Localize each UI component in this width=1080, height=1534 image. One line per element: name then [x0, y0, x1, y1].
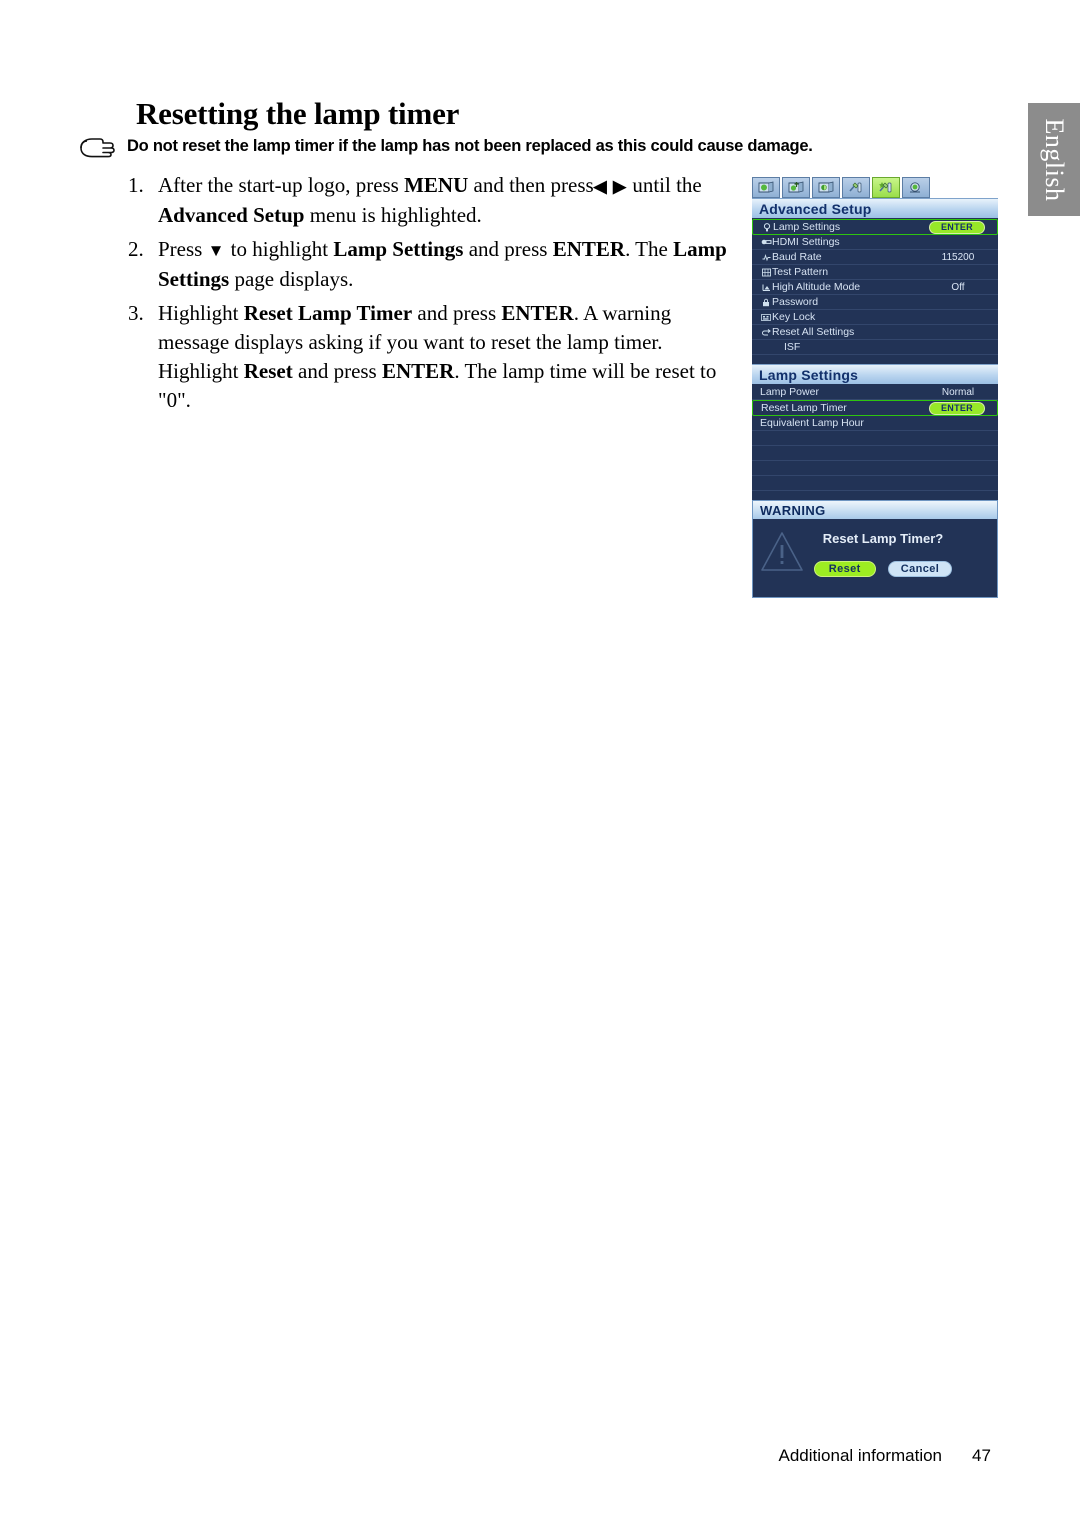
osd-row-value: Normal: [941, 386, 975, 398]
pointing-hand-icon: [78, 137, 122, 159]
enter-key-chip: ENTER: [928, 220, 985, 234]
baud-icon: [760, 253, 772, 262]
information-icon: [908, 181, 925, 195]
system-setup-basic-icon: [848, 181, 865, 195]
instruction-steps: 1. After the start-up logo, press MENU an…: [128, 171, 728, 420]
picture-pro-icon: [818, 180, 835, 195]
osd-warning-dialog-screenshot: WARNING Reset Lamp Timer? Reset Cancel: [752, 500, 998, 598]
osd-row-value: 115200: [941, 251, 975, 263]
footer-page-number: 47: [972, 1446, 991, 1465]
osd-row-label: Lamp Settings: [773, 221, 841, 233]
footer-section-label: Additional information: [778, 1446, 942, 1465]
osd-row-empty: [752, 431, 998, 446]
warning-dialog-message: Reset Lamp Timer?: [822, 531, 944, 546]
osd-tab-display-tab[interactable]: [752, 177, 780, 198]
osd-row-label: High Altitude Mode: [772, 281, 861, 293]
osd-row[interactable]: Reset Lamp Timer ENTER: [752, 400, 998, 416]
step-text: Press ▼ to highlight Lamp Settings and p…: [158, 237, 727, 291]
step-number: 3.: [128, 301, 144, 325]
osd-row-empty: [752, 461, 998, 476]
osd-row-label: [760, 477, 924, 489]
step-text: Highlight Reset Lamp Timer and press ENT…: [158, 301, 717, 412]
lamp-icon: [761, 222, 773, 232]
osd-row-label: ISF: [784, 341, 801, 353]
osd-row-label: Key Lock: [772, 311, 816, 323]
osd-row-label: Baud Rate: [772, 251, 822, 263]
osd-row[interactable]: Equivalent Lamp Hour: [752, 416, 998, 431]
osd-row-label: Test Pattern: [772, 266, 829, 278]
step-number: 1.: [128, 173, 144, 197]
warning-dialog-buttons: Reset Cancel: [753, 561, 997, 577]
step-text: After the start-up logo, press MENU and …: [158, 173, 702, 227]
osd-row-empty: [752, 476, 998, 491]
display-icon: [758, 180, 775, 195]
osd-row[interactable]: Baud Rate 115200: [752, 250, 998, 265]
osd-row-label: [760, 432, 924, 444]
picture-icon: [788, 180, 805, 195]
language-tab: English: [1028, 103, 1080, 216]
osd-row[interactable]: Lamp Settings ENTER: [752, 219, 998, 235]
advanced-setup-icon: [878, 181, 895, 195]
osd-tab-system-setup-basic-tab[interactable]: [842, 177, 870, 198]
instruction-step: 1. After the start-up logo, press MENU an…: [128, 171, 728, 230]
osd-row[interactable]: ISF: [752, 340, 998, 355]
osd-row[interactable]: Reset All Settings: [752, 325, 998, 340]
osd-row[interactable]: Password: [752, 295, 998, 310]
osd-tab-picture-tab[interactable]: [782, 177, 810, 198]
altitude-icon: [760, 283, 772, 292]
caution-text: Do not reset the lamp timer if the lamp …: [127, 137, 813, 155]
osd-tab-information-tab[interactable]: [902, 177, 930, 198]
osd-tab-picture-pro-tab[interactable]: [812, 177, 840, 198]
reset-button[interactable]: Reset: [813, 561, 876, 577]
osd-row[interactable]: High Altitude Mode Off: [752, 280, 998, 295]
osd-enter-chip[interactable]: ENTER: [923, 401, 991, 415]
step-number: 2.: [128, 237, 144, 261]
warning-dialog-title: WARNING: [752, 500, 998, 519]
osd-row-label: Password: [772, 296, 819, 308]
instruction-step: 3. Highlight Reset Lamp Timer and press E…: [128, 299, 728, 415]
osd-row-label: [760, 462, 924, 474]
cancel-button[interactable]: Cancel: [887, 561, 953, 577]
page-title: Resetting the lamp timer: [136, 96, 460, 131]
osd-row-label: Lamp Power: [760, 386, 819, 398]
osd-row-label: Reset All Settings: [772, 326, 855, 338]
osd-row-label: HDMI Settings: [772, 236, 840, 248]
osd-tab-advanced-setup-tab[interactable]: [872, 177, 900, 198]
osd-row[interactable]: Test Pattern: [752, 265, 998, 280]
grid-icon: [760, 268, 772, 277]
osd-row[interactable]: Lamp Power Normal: [752, 385, 998, 400]
reset-icon: [760, 328, 772, 337]
hdmi-icon: [760, 238, 772, 246]
osd-row-label: Reset Lamp Timer: [761, 402, 847, 414]
enter-key-chip: ENTER: [928, 401, 985, 415]
osd-lamp-title: Lamp Settings: [752, 364, 998, 384]
osd-row-empty: [752, 446, 998, 461]
osd-row-value: Off: [951, 281, 965, 293]
osd-row[interactable]: Key Lock: [752, 310, 998, 325]
osd-row-label: [760, 447, 924, 459]
osd-tab-bar: [752, 176, 998, 198]
language-tab-label: English: [1040, 118, 1069, 201]
warning-dialog-body: Reset Lamp Timer? Reset Cancel: [752, 519, 998, 598]
osd-row-label: Equivalent Lamp Hour: [760, 417, 864, 429]
lock-icon: [760, 298, 772, 307]
caution-note: Do not reset the lamp timer if the lamp …: [78, 136, 908, 158]
page-footer: Additional information 47: [0, 1446, 1000, 1466]
osd-enter-chip[interactable]: ENTER: [923, 220, 991, 234]
osd-advanced-title: Advanced Setup: [752, 198, 998, 218]
instruction-step: 2. Press ▼ to highlight Lamp Settings and…: [128, 235, 728, 294]
osd-row[interactable]: HDMI Settings: [752, 235, 998, 250]
keypad-icon: [760, 313, 772, 322]
